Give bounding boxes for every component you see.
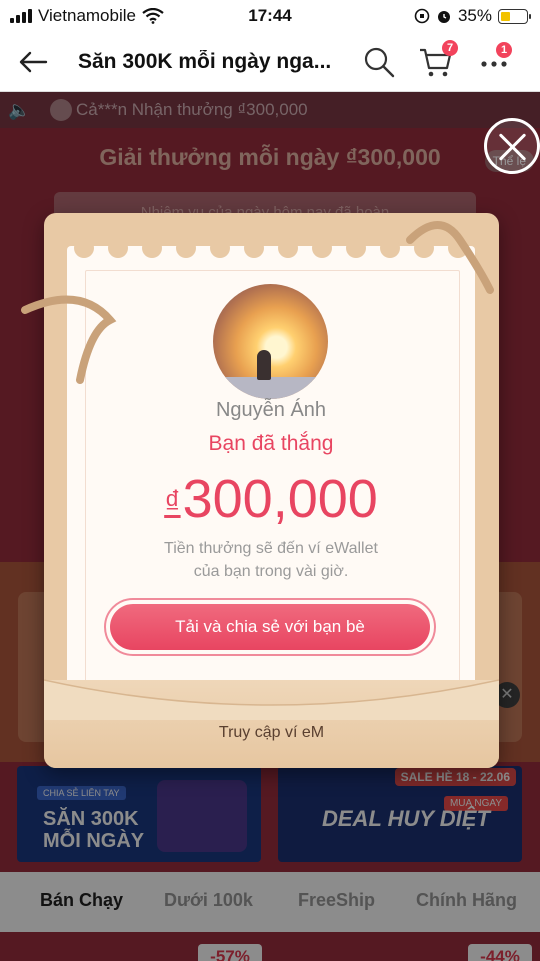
nav-bar: Săn 300K mỗi ngày nga... 7 1 <box>0 32 540 92</box>
cart-badge: 7 <box>442 40 458 56</box>
orientation-lock-icon <box>414 8 430 24</box>
status-bar: Vietnamobile 17:44 35% <box>0 0 540 32</box>
search-icon[interactable] <box>361 44 397 80</box>
battery-percent: 35% <box>457 6 492 25</box>
prize-value: 300,000 <box>182 469 378 529</box>
cart-button[interactable]: 7 <box>418 40 458 80</box>
envelope-flap <box>44 679 499 720</box>
battery-icon <box>498 8 531 24</box>
wallet-link[interactable]: Truy cập ví eM <box>44 724 499 742</box>
page-title: Săn 300K mỗi ngày nga... <box>78 50 332 73</box>
close-modal-button[interactable] <box>484 118 540 174</box>
download-share-button[interactable]: Tải và chia sẻ với bạn bè <box>110 604 430 650</box>
avatar <box>213 284 328 399</box>
payout-note: Tiền thưởng sẽ đến ví eWallet của bạn tr… <box>164 540 378 580</box>
currency-symbol: ₫ <box>164 484 181 520</box>
more-button[interactable]: 1 <box>476 42 512 80</box>
prize-amount: ₫300,000 <box>67 468 475 530</box>
win-label: Bạn đã thắng <box>208 432 334 455</box>
ribbon-decoration <box>21 295 117 384</box>
ribbon-decoration <box>406 221 494 294</box>
alarm-icon <box>437 11 450 23</box>
user-name: Nguyễn Ánh <box>215 399 327 421</box>
more-badge: 1 <box>496 42 512 58</box>
back-arrow-icon[interactable] <box>16 46 52 78</box>
